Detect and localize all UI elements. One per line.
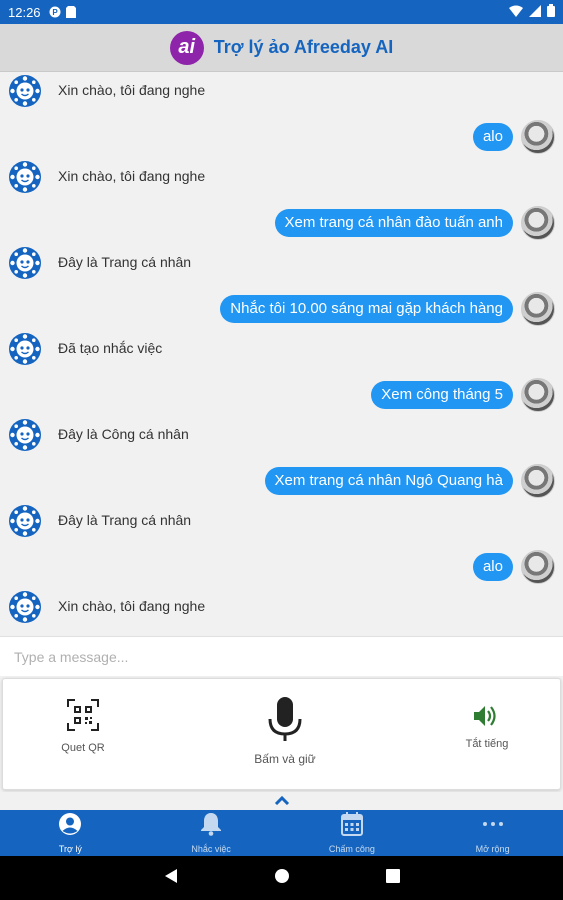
bot-avatar-icon xyxy=(8,246,42,280)
user-avatar xyxy=(521,120,555,154)
tab-assistant-label: Trợ lý xyxy=(58,844,82,854)
app-header: ai Trợ lý ảo Afreeday AI xyxy=(0,24,563,72)
user-message-bubble: alo xyxy=(472,553,513,581)
home-icon[interactable] xyxy=(274,868,290,889)
tab-timekeeping[interactable]: Chấm công xyxy=(282,810,423,856)
user-message: alo xyxy=(0,548,563,588)
status-bar: 12:26 P xyxy=(0,0,563,24)
bot-avatar-icon xyxy=(8,504,42,538)
bot-message-text: Xin chào, tôi đang nghe xyxy=(58,82,206,98)
tab-reminders-label: Nhắc việc xyxy=(191,844,231,854)
recent-apps-icon[interactable] xyxy=(385,868,400,888)
user-avatar xyxy=(521,292,555,326)
tab-assistant[interactable]: Trợ lý xyxy=(0,810,141,856)
battery-icon xyxy=(547,4,555,20)
bot-message: Đây là Trang cá nhân xyxy=(0,244,563,284)
user-message: Xem trang cá nhân Ngô Quang hà xyxy=(0,462,563,502)
bot-message-text: Đây là Trang cá nhân xyxy=(58,512,192,528)
more-icon xyxy=(482,812,504,841)
tab-timekeeping-label: Chấm công xyxy=(328,844,375,854)
user-message: alo xyxy=(0,118,563,158)
bot-message-text: Đã tạo nhắc việc xyxy=(58,340,163,356)
tab-more-label: Mở rộng xyxy=(475,844,510,854)
status-time: 12:26 xyxy=(8,4,41,20)
scan-qr-button[interactable]: Quet QR xyxy=(51,699,115,754)
user-avatar xyxy=(521,550,555,584)
push-to-talk-label: Bấm và giữ xyxy=(254,752,316,766)
user-message-bubble: alo xyxy=(472,123,513,151)
message-input-bar xyxy=(0,636,563,676)
back-icon[interactable] xyxy=(164,868,178,889)
scan-qr-label: Quet QR xyxy=(61,742,105,754)
system-navigation-bar xyxy=(0,856,563,900)
bot-message: Xin chào, tôi đang nghe xyxy=(0,158,563,198)
person-icon xyxy=(58,812,82,841)
user-message-bubble: Xem công tháng 5 xyxy=(371,381,513,409)
mute-button[interactable]: Tắt tiếng xyxy=(455,705,519,750)
voice-control-panel: Quet QR Bấm và giữ Tắt tiếng xyxy=(2,678,561,790)
tab-reminders[interactable]: Nhắc việc xyxy=(141,810,282,856)
user-message: Xem trang cá nhân đào tuấn anh xyxy=(0,204,563,244)
bot-message: Đây là Trang cá nhân xyxy=(0,502,563,542)
page-title: Trợ lý ảo Afreeday AI xyxy=(213,37,394,57)
user-avatar xyxy=(521,378,555,412)
bot-message-text: Xin chào, tôi đang nghe xyxy=(58,168,206,184)
bottom-navigation: Trợ lý Nhắc việc Chấm công Mở rộng xyxy=(0,810,563,856)
push-to-talk-button[interactable]: Bấm và giữ xyxy=(239,697,331,766)
svg-text:P: P xyxy=(52,8,58,17)
user-message-bubble: Xem trang cá nhân Ngô Quang hà xyxy=(264,467,513,495)
qr-code-icon xyxy=(67,699,99,736)
bot-avatar-icon xyxy=(8,332,42,366)
bot-message-text: Xin chào, tôi đang nghe xyxy=(58,598,206,614)
message-input[interactable] xyxy=(14,648,534,665)
collapse-panel-button[interactable] xyxy=(0,792,563,810)
user-message-bubble: Xem trang cá nhân đào tuấn anh xyxy=(274,209,513,237)
tab-more[interactable]: Mở rộng xyxy=(422,810,563,856)
user-message-bubble: Nhắc tôi 10.00 sáng mai gặp khách hàng xyxy=(220,295,513,323)
bot-message-text: Đây là Công cá nhân xyxy=(58,426,189,442)
wifi-icon xyxy=(509,5,523,20)
bot-message: Xin chào, tôi đang nghe xyxy=(0,588,563,628)
bot-avatar-icon xyxy=(8,418,42,452)
bot-avatar-icon xyxy=(8,74,42,108)
microphone-icon xyxy=(267,697,303,748)
notification-app-icon: P xyxy=(49,6,61,18)
bell-icon xyxy=(200,812,222,841)
chevron-up-icon xyxy=(274,792,290,810)
sim-card-icon xyxy=(65,6,77,18)
bot-message: Đây là Công cá nhân xyxy=(0,416,563,456)
mute-label: Tắt tiếng xyxy=(465,738,509,750)
chat-messages[interactable]: Xin chào, tôi đang nghe alo Xin chào, tô… xyxy=(0,72,563,636)
bot-message: Đã tạo nhắc việc xyxy=(0,330,563,370)
status-right xyxy=(509,4,555,20)
user-message: Xem công tháng 5 xyxy=(0,376,563,416)
calendar-icon xyxy=(340,812,363,841)
bot-message-text: Đây là Trang cá nhân xyxy=(58,254,192,270)
bot-avatar-icon xyxy=(8,160,42,194)
bot-message: Xin chào, tôi đang nghe xyxy=(0,72,563,112)
speaker-volume-icon xyxy=(474,705,500,732)
bot-avatar-icon xyxy=(8,590,42,624)
signal-icon xyxy=(529,4,541,20)
user-message: Nhắc tôi 10.00 sáng mai gặp khách hàng xyxy=(0,290,563,330)
user-avatar xyxy=(521,206,555,240)
user-avatar xyxy=(521,464,555,498)
app-logo: ai xyxy=(169,30,204,65)
